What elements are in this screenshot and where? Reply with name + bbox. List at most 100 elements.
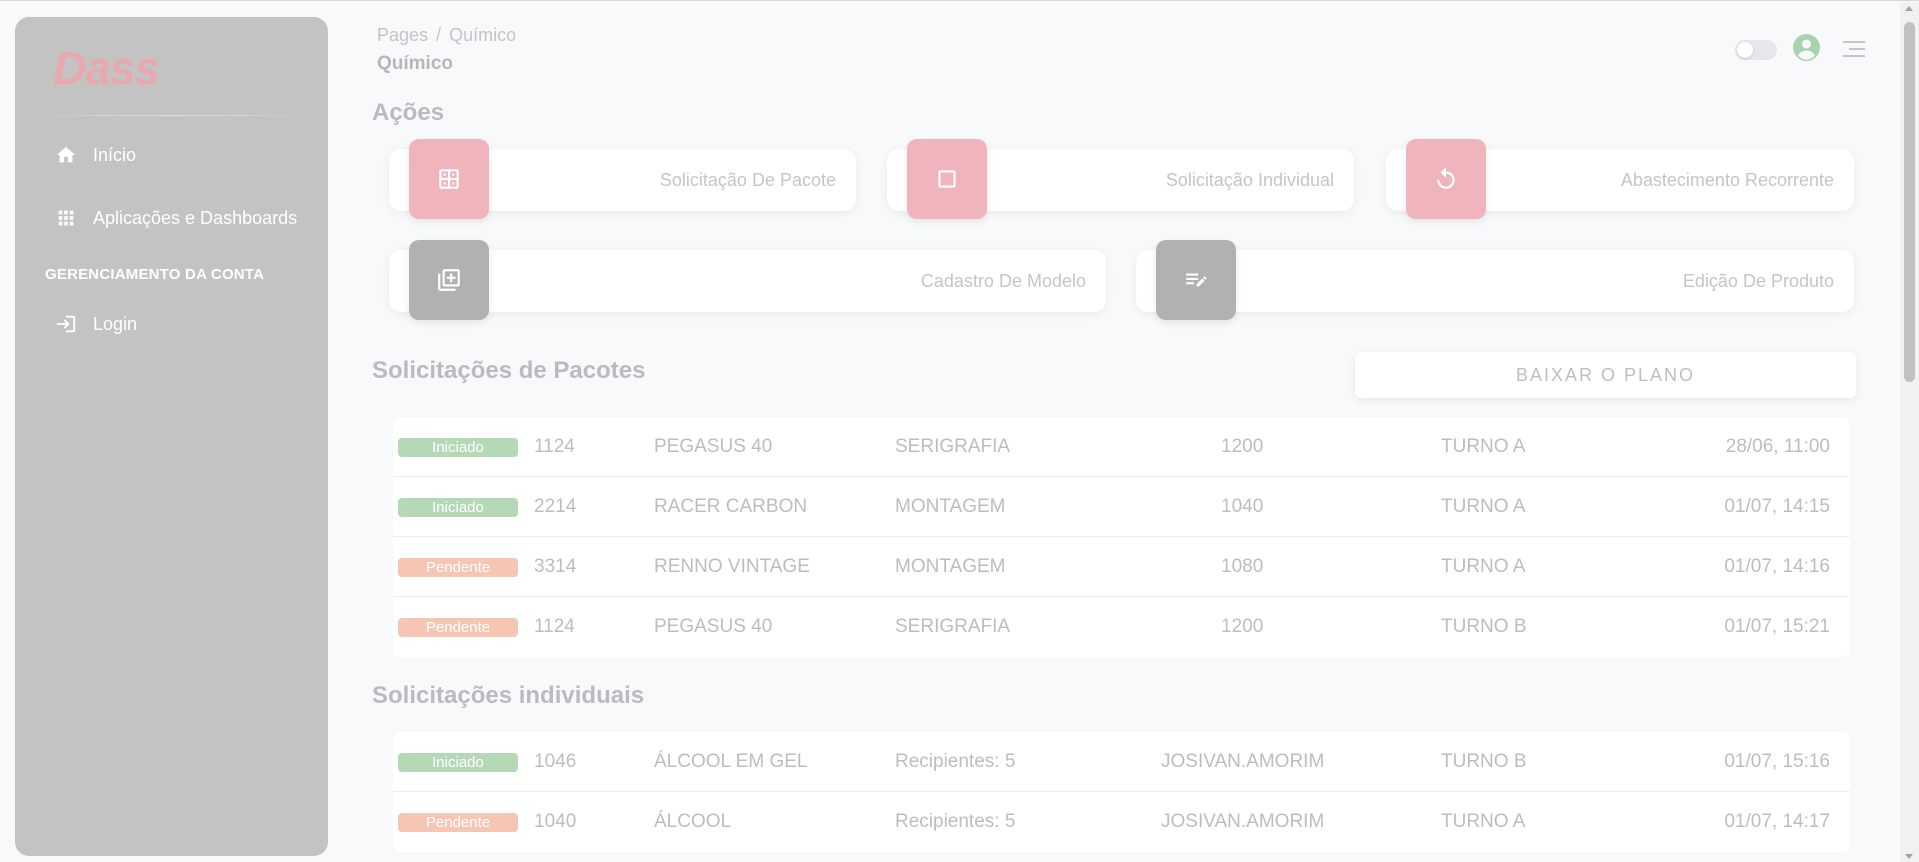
cell-time: 01/07, 14:17 (1724, 811, 1830, 832)
cell-id: 1040 (534, 811, 577, 832)
sidebar: Dass Início Aplicações e Dashboards GERE… (15, 17, 328, 856)
scrollbar-thumb[interactable] (1904, 22, 1915, 382)
cell-id: 2214 (534, 496, 577, 517)
status-badge: Pendente (398, 558, 518, 577)
cell-user: JOSIVAN.AMORIM (1161, 811, 1325, 832)
sidebar-item-label: Aplicações e Dashboards (93, 207, 298, 228)
cell-time: 01/07, 15:16 (1724, 751, 1830, 772)
scroll-up-arrow-icon[interactable] (1905, 6, 1913, 11)
cell-sector: SERIGRAFIA (895, 616, 1011, 637)
cell-model: RENNO VINTAGE (654, 556, 810, 577)
dashboard-grid-icon (439, 169, 459, 189)
square-icon (938, 170, 956, 188)
cell-id: 1124 (534, 616, 575, 637)
download-plan-button[interactable]: BAIXAR O PLANO (1355, 352, 1856, 398)
action-label: Cadastro De Modelo (920, 271, 1086, 291)
packages-table: Iniciado 1124 PEGASUS 40 SERIGRAFIA 1200… (393, 417, 1850, 657)
individual-title: Solicitações individuais (372, 682, 645, 709)
cell-sector: SERIGRAFIA (895, 436, 1011, 457)
login-icon (56, 315, 76, 333)
scroll-down-arrow-icon[interactable] (1905, 854, 1913, 859)
action-card-abastecimento-recorrente[interactable]: Abastecimento Recorrente (1386, 139, 1854, 219)
cell-model: PEGASUS 40 (654, 436, 773, 457)
cell-id: 3314 (534, 556, 577, 577)
cell-shift: TURNO A (1441, 496, 1526, 517)
cell-shift: TURNO A (1441, 811, 1526, 832)
action-tile (409, 139, 489, 219)
action-tile (1156, 240, 1236, 320)
cell-model: RACER CARBON (654, 496, 808, 517)
cell-product: ÁLCOOL EM GEL (654, 751, 808, 772)
breadcrumb-separator: / (436, 25, 442, 45)
cell-qty: 1200 (1221, 616, 1264, 637)
cell-product: ÁLCOOL (654, 811, 732, 832)
cell-containers: Recipientes: 5 (895, 751, 1016, 772)
sidebar-item-aplicacoes[interactable]: Aplicações e Dashboards (55, 207, 297, 229)
sidebar-divider (25, 115, 318, 116)
account-section-label: GERENCIAMENTO DA CONTA (45, 266, 265, 283)
action-card-solicitacao-pacote[interactable]: Solicitação De Pacote (389, 139, 856, 219)
edit-note-icon (1186, 273, 1207, 287)
cell-shift: TURNO B (1441, 616, 1527, 637)
cell-time: 28/06, 11:00 (1725, 436, 1830, 457)
action-card-edicao-produto[interactable]: Edição De Produto (1136, 240, 1854, 320)
action-label: Solicitação Individual (1165, 170, 1334, 190)
library-add-icon (438, 269, 460, 291)
action-card-cadastro-modelo[interactable]: Cadastro De Modelo (389, 240, 1106, 320)
packages-title: Solicitações de Pacotes (372, 357, 646, 384)
breadcrumb-current: Químico (449, 25, 517, 45)
breadcrumb-pages[interactable]: Pages (377, 25, 428, 45)
action-label: Solicitação De Pacote (659, 170, 836, 190)
breadcrumb: Pages / Químico (377, 25, 516, 46)
cell-qty: 1200 (1221, 436, 1264, 457)
cell-sector: MONTAGEM (895, 556, 1006, 577)
table-row[interactable]: Pendente 1040 ÁLCOOL Recipientes: 5 JOSI… (393, 792, 1850, 852)
status-badge: Iniciado (398, 438, 518, 457)
page-title: Químico (377, 53, 454, 74)
cell-time: 01/07, 14:15 (1724, 496, 1830, 517)
refresh-icon (1437, 167, 1455, 189)
cell-qty: 1080 (1221, 556, 1264, 577)
sidebar-item-label: Início (93, 144, 137, 165)
status-badge: Iniciado (398, 498, 518, 517)
cell-time: 01/07, 15:21 (1724, 616, 1830, 637)
apps-grid-icon (58, 210, 74, 226)
home-icon (56, 146, 76, 163)
menu-icon[interactable] (1843, 39, 1865, 59)
user-account-icon[interactable] (1793, 34, 1820, 61)
table-row[interactable]: Pendente 3314 RENNO VINTAGE MONTAGEM 108… (393, 537, 1850, 597)
sidebar-item-inicio[interactable]: Início (55, 144, 136, 166)
sidebar-item-label: Login (93, 313, 138, 334)
table-row[interactable]: Iniciado 1124 PEGASUS 40 SERIGRAFIA 1200… (393, 417, 1850, 477)
action-tile (1406, 139, 1486, 219)
individual-table: Iniciado 1046 ÁLCOOL EM GEL Recipientes:… (393, 732, 1850, 852)
cell-sector: MONTAGEM (895, 496, 1006, 517)
cell-id: 1046 (534, 751, 577, 772)
status-badge: Iniciado (398, 753, 518, 772)
actions-title: Ações (372, 99, 445, 126)
table-row[interactable]: Iniciado 2214 RACER CARBON MONTAGEM 1040… (393, 477, 1850, 537)
cell-containers: Recipientes: 5 (895, 811, 1016, 832)
cell-time: 01/07, 14:16 (1724, 556, 1830, 577)
cell-user: JOSIVAN.AMORIM (1161, 751, 1325, 772)
page-scrollbar[interactable] (1900, 2, 1919, 862)
table-row[interactable]: Pendente 1124 PEGASUS 40 SERIGRAFIA 1200… (393, 597, 1850, 657)
status-badge: Pendente (398, 813, 518, 832)
cell-model: PEGASUS 40 (654, 616, 773, 637)
cell-id: 1124 (534, 436, 575, 457)
status-badge: Pendente (398, 618, 518, 637)
cell-shift: TURNO A (1441, 556, 1526, 577)
action-tile (907, 139, 987, 219)
action-label: Edição De Produto (1682, 271, 1834, 291)
action-tile (409, 240, 489, 320)
action-card-solicitacao-individual[interactable]: Solicitação Individual (887, 139, 1354, 219)
toggle-knob (1737, 42, 1753, 58)
cell-shift: TURNO B (1441, 751, 1527, 772)
brand-logo[interactable]: Dass (53, 41, 160, 95)
cell-shift: TURNO A (1441, 436, 1526, 457)
table-row[interactable]: Iniciado 1046 ÁLCOOL EM GEL Recipientes:… (393, 732, 1850, 792)
cell-qty: 1040 (1221, 496, 1264, 517)
action-label: Abastecimento Recorrente (1620, 170, 1834, 190)
theme-toggle[interactable] (1735, 40, 1777, 60)
sidebar-item-login[interactable]: Login (55, 313, 137, 335)
